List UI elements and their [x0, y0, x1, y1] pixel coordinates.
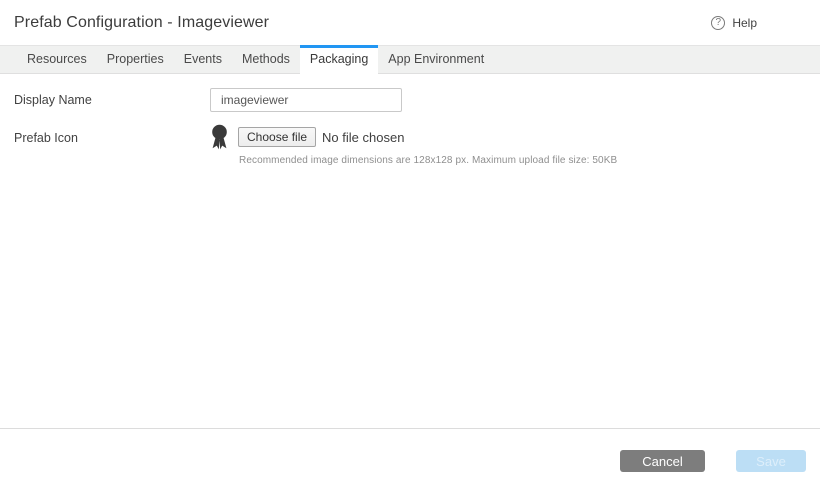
tab-resources[interactable]: Resources: [17, 45, 97, 74]
footer-actions: Cancel Save: [620, 450, 806, 472]
tab-methods[interactable]: Methods: [232, 45, 300, 74]
save-button[interactable]: Save: [736, 450, 806, 472]
upload-hint-text: Recommended image dimensions are 128x128…: [239, 155, 617, 166]
prefab-icon-row: Prefab Icon Choose file No file chosen R…: [14, 124, 820, 166]
tab-app-environment[interactable]: App Environment: [378, 45, 494, 74]
no-file-chosen-text: No file chosen: [322, 130, 404, 145]
tab-bar: Resources Properties Events Methods Pack…: [0, 45, 820, 74]
prefab-icon-label: Prefab Icon: [14, 124, 210, 166]
choose-file-button[interactable]: Choose file: [238, 127, 316, 147]
page-title: Prefab Configuration - Imageviewer: [14, 14, 269, 32]
display-name-input[interactable]: [210, 88, 402, 112]
packaging-panel: Display Name Prefab Icon Choose file No …: [0, 74, 820, 166]
header: Prefab Configuration - Imageviewer ? Hel…: [0, 0, 820, 45]
cancel-button[interactable]: Cancel: [620, 450, 705, 472]
help-link[interactable]: ? Help: [711, 16, 757, 30]
tab-packaging[interactable]: Packaging: [300, 45, 378, 74]
award-ribbon-icon: [210, 124, 229, 150]
help-icon: ?: [711, 16, 725, 30]
prefab-configuration-dialog: Prefab Configuration - Imageviewer ? Hel…: [0, 0, 820, 491]
help-label: Help: [732, 16, 757, 30]
prefab-icon-field: Choose file No file chosen Recommended i…: [210, 124, 617, 166]
footer-divider: [0, 428, 820, 429]
tab-events[interactable]: Events: [174, 45, 232, 74]
display-name-row: Display Name: [14, 88, 820, 112]
display-name-label: Display Name: [14, 93, 210, 107]
file-upload-control: Choose file No file chosen: [210, 124, 617, 150]
tab-properties[interactable]: Properties: [97, 45, 174, 74]
